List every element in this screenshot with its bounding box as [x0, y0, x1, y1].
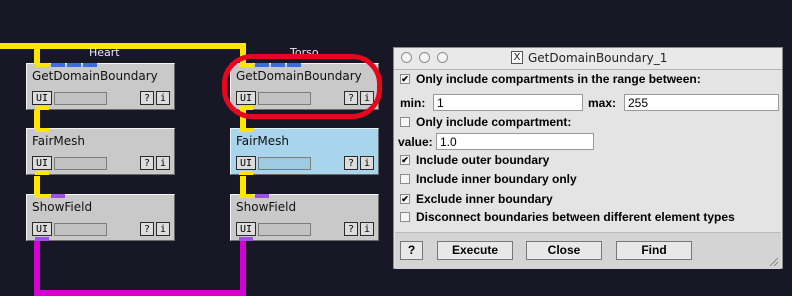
- only-compartment-checkbox[interactable]: [400, 117, 410, 127]
- min-input[interactable]: [433, 94, 583, 111]
- help-button[interactable]: ?: [400, 241, 423, 260]
- info-button[interactable]: i: [156, 222, 170, 236]
- disconnect-checkbox[interactable]: [400, 212, 410, 222]
- dialog-title: GetDomainBoundary_1: [528, 51, 668, 65]
- value-label: value:: [398, 135, 433, 149]
- ui-button[interactable]: UI: [236, 222, 256, 236]
- progress-bar: [54, 92, 107, 105]
- info-button[interactable]: i: [360, 156, 374, 170]
- disconnect-label: Disconnect boundaries between different …: [416, 210, 735, 224]
- max-label: max:: [588, 96, 617, 110]
- resize-grip-icon[interactable]: [767, 255, 779, 267]
- find-button[interactable]: Find: [616, 241, 692, 260]
- window-close-button[interactable]: [401, 52, 412, 63]
- exclude-inner-label: Exclude inner boundary: [416, 192, 553, 206]
- highlight-ring: [222, 54, 382, 119]
- module-title: GetDomainBoundary: [32, 69, 158, 83]
- module-heart-getdomainboundary[interactable]: GetDomainBoundary UI ? i: [26, 63, 175, 110]
- help-button[interactable]: ?: [344, 222, 358, 236]
- help-button[interactable]: ?: [140, 222, 154, 236]
- wire-torso-fairmesh-showfield: [240, 176, 246, 194]
- progress-bar: [258, 223, 311, 236]
- max-input[interactable]: [624, 94, 779, 111]
- input-port[interactable]: [83, 63, 97, 67]
- input-port[interactable]: [35, 194, 49, 198]
- wire-heart-drop: [34, 49, 40, 63]
- help-button[interactable]: ?: [140, 156, 154, 170]
- ui-button[interactable]: UI: [236, 156, 256, 170]
- only-range-label: Only include compartments in the range b…: [416, 72, 701, 86]
- wire-heart-showfield-out: [34, 241, 40, 296]
- getdomainboundary-dialog: X GetDomainBoundary_1 ✔ Only include com…: [393, 47, 783, 269]
- module-title: ShowField: [236, 200, 297, 214]
- value-input[interactable]: [436, 133, 594, 150]
- input-port[interactable]: [239, 128, 253, 132]
- help-button[interactable]: ?: [344, 156, 358, 170]
- module-heart-fairmesh[interactable]: FairMesh UI ? i: [26, 128, 175, 175]
- ui-button[interactable]: UI: [32, 156, 52, 170]
- input-port[interactable]: [35, 63, 49, 67]
- close-button[interactable]: Close: [526, 241, 602, 260]
- output-port[interactable]: [239, 237, 253, 241]
- input-port[interactable]: [239, 194, 253, 198]
- output-port[interactable]: [35, 171, 49, 175]
- include-outer-label: Include outer boundary: [416, 153, 550, 167]
- progress-bar: [258, 157, 311, 170]
- progress-bar: [54, 157, 107, 170]
- only-compartment-label: Only include compartment:: [416, 115, 572, 129]
- info-button[interactable]: i: [156, 91, 170, 105]
- wire-torso-showfield-out: [240, 241, 246, 296]
- wire-heart-gdb-fairmesh: [34, 110, 40, 128]
- output-port[interactable]: [239, 171, 253, 175]
- ui-button[interactable]: UI: [32, 222, 52, 236]
- module-heart-showfield[interactable]: ShowField UI ? i: [26, 194, 175, 241]
- wire-heart-fairmesh-showfield: [34, 176, 40, 194]
- scirun-screenshot: Heart Torso GetDomainBoundary UI ? i Fai…: [0, 0, 792, 307]
- dialog-button-bar: ? Execute Close Find: [395, 232, 781, 269]
- info-button[interactable]: i: [156, 156, 170, 170]
- input-port[interactable]: [51, 194, 65, 198]
- exclude-inner-checkbox[interactable]: ✔: [400, 194, 410, 204]
- module-title: ShowField: [32, 200, 93, 214]
- window-minimize-button[interactable]: [419, 52, 430, 63]
- module-title: FairMesh: [236, 134, 290, 148]
- inner-only-label: Include inner boundary only: [416, 172, 577, 186]
- module-torso-fairmesh[interactable]: FairMesh UI ? i: [230, 128, 379, 175]
- help-button[interactable]: ?: [140, 91, 154, 105]
- ui-button[interactable]: UI: [32, 91, 52, 105]
- input-port[interactable]: [35, 128, 49, 132]
- wire-bottom-horizontal: [34, 290, 246, 296]
- input-port[interactable]: [255, 194, 269, 198]
- output-port[interactable]: [35, 237, 49, 241]
- include-outer-checkbox[interactable]: ✔: [400, 155, 410, 165]
- x11-window-icon: X: [511, 51, 523, 64]
- info-button[interactable]: i: [360, 222, 374, 236]
- module-title: FairMesh: [32, 134, 86, 148]
- inner-only-checkbox[interactable]: [400, 174, 410, 184]
- progress-bar: [54, 223, 107, 236]
- input-port[interactable]: [67, 63, 81, 67]
- dialog-titlebar[interactable]: X GetDomainBoundary_1: [394, 48, 782, 70]
- min-label: min:: [400, 96, 426, 110]
- input-port[interactable]: [51, 63, 65, 67]
- only-range-checkbox[interactable]: ✔: [400, 74, 410, 84]
- group-label-heart: Heart: [89, 46, 120, 59]
- output-port[interactable]: [35, 106, 49, 110]
- module-torso-showfield[interactable]: ShowField UI ? i: [230, 194, 379, 241]
- window-zoom-button[interactable]: [437, 52, 448, 63]
- execute-button[interactable]: Execute: [437, 241, 513, 260]
